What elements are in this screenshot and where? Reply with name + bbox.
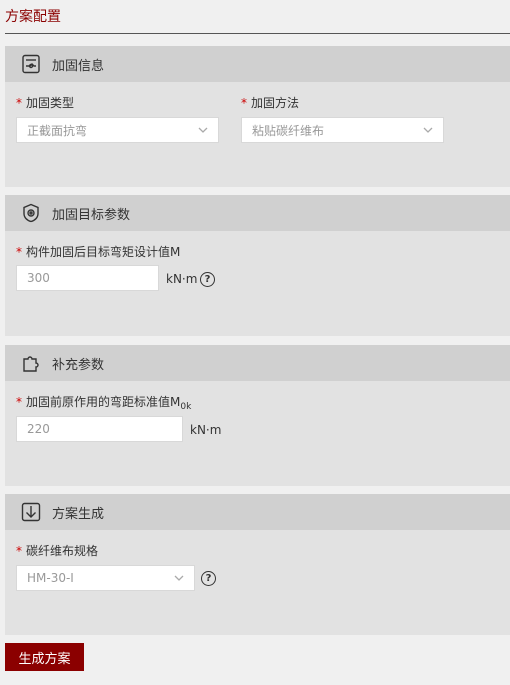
target-moment-input[interactable]: 300 <box>16 265 159 291</box>
panel-header: 加固目标参数 <box>5 195 510 231</box>
panel-title: 方案生成 <box>52 506 105 522</box>
panel-header: 补充参数 <box>5 345 510 381</box>
generate-plan-button[interactable]: 生成方案 <box>5 643 84 671</box>
panel-header: 方案生成 <box>5 494 510 530</box>
page-title: 方案配置 <box>5 9 61 25</box>
unit-label: kN·m <box>190 423 222 437</box>
panel-title: 补充参数 <box>52 357 105 373</box>
panel-plan-generate: 方案生成 * 碳纤维布规格 HM-30-I ? <box>5 494 510 635</box>
panel-supplement: 补充参数 * 加固前原作用的弯距标准值M0k 220 kN·m <box>5 345 510 486</box>
reinforce-type-select[interactable]: 正截面抗弯 <box>16 117 219 143</box>
puzzle-icon <box>20 352 42 374</box>
chevron-down-icon <box>174 575 184 581</box>
target-moment-label: * 构件加固后目标弯矩设计值M <box>16 245 181 259</box>
panel-target-params: 加固目标参数 * 构件加固后目标弯矩设计值M 300 kN·m ? <box>5 195 510 336</box>
panel-title: 加固信息 <box>52 58 105 74</box>
panel-reinforce-info: 加固信息 * 加固类型 正截面抗弯 * 加固方法 粘贴碳纤维布 <box>5 46 510 187</box>
reinforce-type-label: * 加固类型 <box>16 96 75 110</box>
reinforce-method-select[interactable]: 粘贴碳纤维布 <box>241 117 444 143</box>
panel-title: 加固目标参数 <box>52 207 131 223</box>
reinforce-method-label: * 加固方法 <box>241 96 300 110</box>
cfrp-spec-select[interactable]: HM-30-I <box>16 565 195 591</box>
help-icon[interactable]: ? <box>200 272 215 287</box>
title-divider <box>5 33 510 34</box>
unit-label: kN·m <box>166 272 198 286</box>
original-moment-label: * 加固前原作用的弯距标准值M0k <box>16 395 192 412</box>
document-icon <box>20 53 42 75</box>
panel-header: 加固信息 <box>5 46 510 82</box>
original-moment-input[interactable]: 220 <box>16 416 183 442</box>
cfrp-spec-label: * 碳纤维布规格 <box>16 544 99 558</box>
chevron-down-icon <box>198 127 208 133</box>
chevron-down-icon <box>423 127 433 133</box>
target-icon <box>20 202 42 224</box>
download-icon <box>20 501 42 523</box>
help-icon[interactable]: ? <box>201 571 216 586</box>
